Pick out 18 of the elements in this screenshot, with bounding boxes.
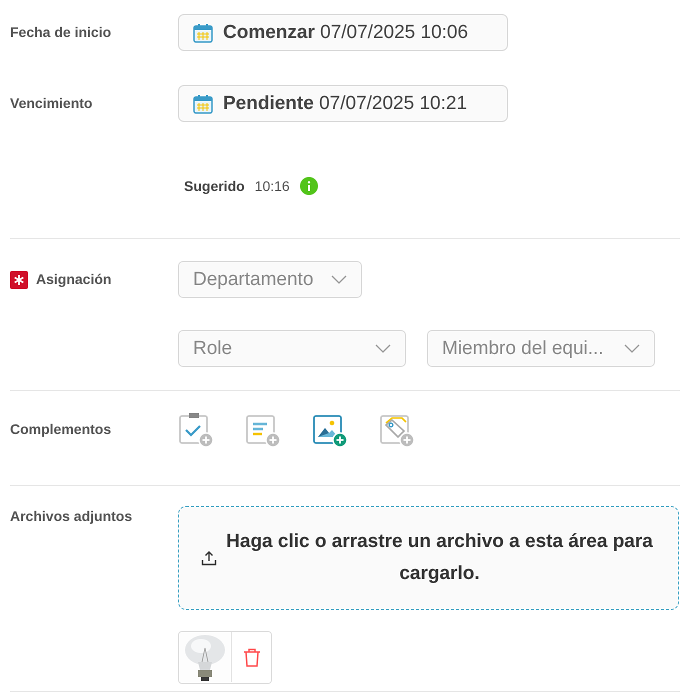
chevron-icon [331,275,347,284]
checklist-add-icon[interactable] [178,412,214,448]
field-label: Complementos [10,420,112,439]
field-label: Vencimiento [10,94,94,113]
suggested-time: 10:16 [254,178,290,194]
info-icon[interactable] [300,177,318,195]
chevron-icon [375,344,391,353]
chevron-icon [624,344,640,353]
date-field[interactable]: Pendiente 07/07/2025 10:21 [178,85,508,122]
calendar-icon [193,22,213,42]
calendar-icon [193,94,213,114]
field-label: Asignación [36,270,112,289]
field-label: Archivos adjuntos [10,507,134,526]
field-label: Fecha de inicio [10,23,112,42]
date-field[interactable]: Comenzar 07/07/2025 10:06 [178,14,508,51]
suggested-label: Sugerido [184,178,245,194]
upload-icon [201,550,217,566]
upload-dropzone[interactable]: Haga clic o arrastre un archivo a esta área para cargarlo. [178,506,679,610]
